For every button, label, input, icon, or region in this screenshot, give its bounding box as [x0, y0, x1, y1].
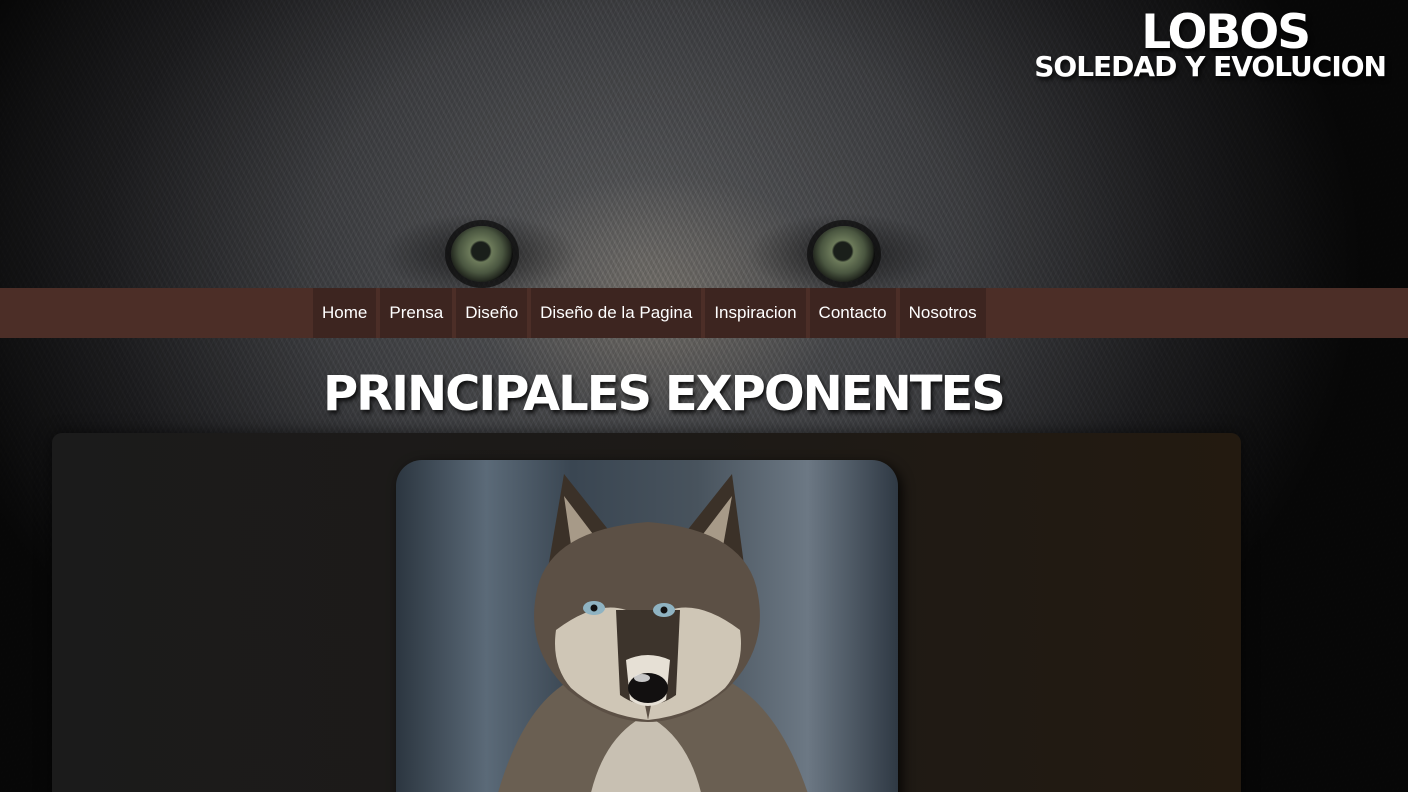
- section-title: PRINCIPALES EXPONENTES: [323, 366, 1006, 422]
- main-nav-bar: Home Prensa Diseño Diseño de la Pagina I…: [0, 288, 1408, 338]
- nav-menu: Home Prensa Diseño Diseño de la Pagina I…: [313, 288, 986, 338]
- page: LOBOS SOLEDAD Y EVOLUCION Home Prensa Di…: [0, 0, 1408, 792]
- nav-item-inspiracion[interactable]: Inspiracion: [705, 288, 806, 338]
- site-logo[interactable]: LOBOS SOLEDAD Y EVOLUCION: [1034, 8, 1387, 83]
- nav-item-nosotros[interactable]: Nosotros: [899, 288, 986, 338]
- wolf-photo-left-pupil: [590, 604, 598, 612]
- wolf-photo: [396, 460, 898, 792]
- logo-subtitle: SOLEDAD Y EVOLUCION: [1034, 50, 1387, 83]
- wolf-photo-right-pupil: [660, 606, 668, 614]
- nav-item-diseno[interactable]: Diseño: [456, 288, 528, 338]
- nav-item-contacto[interactable]: Contacto: [809, 288, 896, 338]
- wolf-left-eye: [451, 226, 513, 282]
- wolf-right-eye: [813, 226, 875, 282]
- snow-on-nose: [634, 674, 650, 682]
- wolf-illustration: [498, 474, 808, 792]
- nav-item-prensa[interactable]: Prensa: [380, 288, 453, 338]
- nav-item-diseno-de-la-pagina[interactable]: Diseño de la Pagina: [531, 288, 702, 338]
- nav-item-home[interactable]: Home: [313, 288, 377, 338]
